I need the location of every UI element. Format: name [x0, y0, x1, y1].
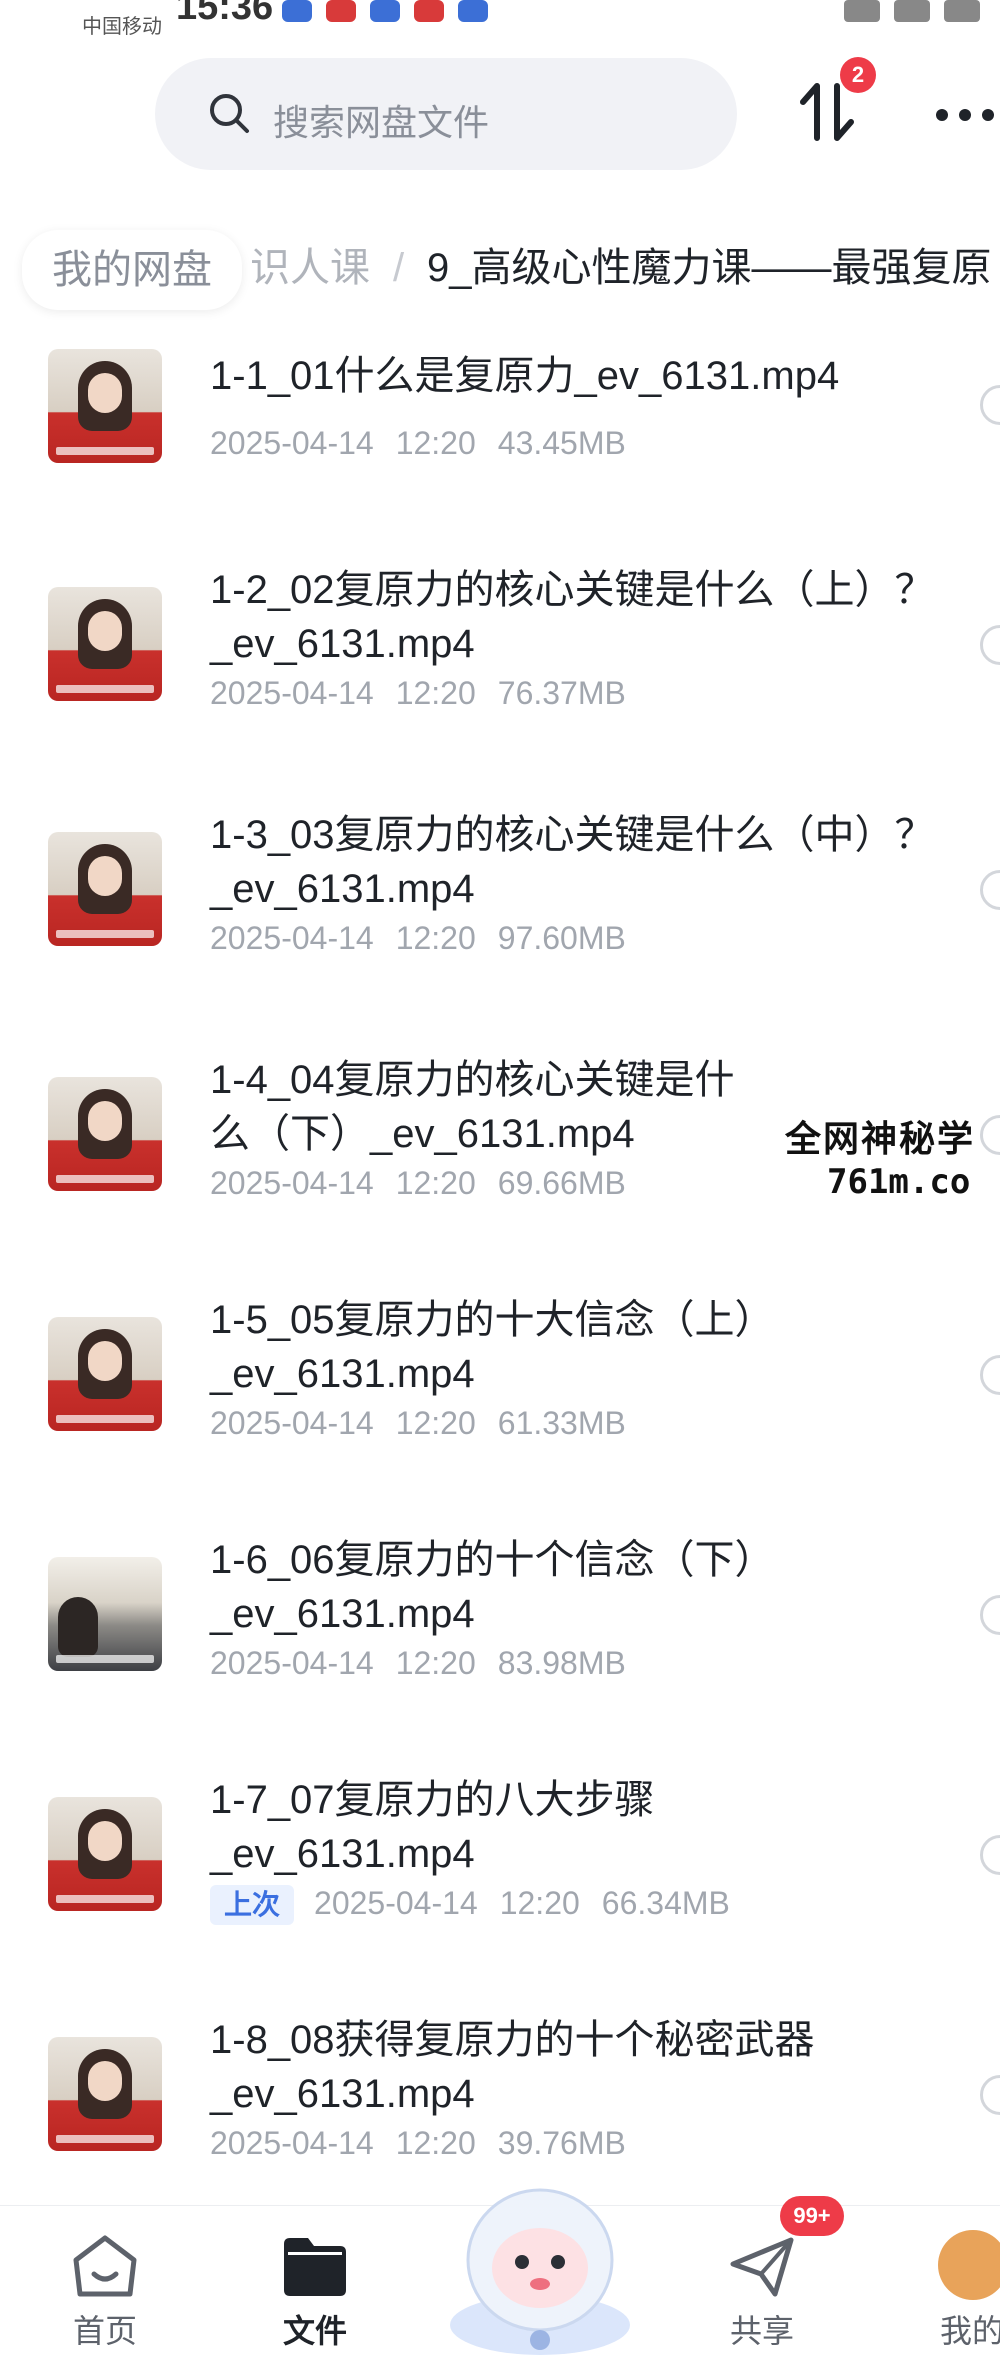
file-date: 2025-04-14 — [210, 1405, 374, 1441]
share-badge: 99+ — [780, 2196, 844, 2236]
file-time: 12:20 — [395, 425, 476, 461]
app-notification-icon — [414, 0, 444, 22]
video-thumbnail — [48, 2037, 162, 2151]
file-meta: 2025-04-14 12:20 83.98MB — [210, 1643, 626, 1683]
battery-icon — [944, 0, 980, 22]
file-date: 2025-04-14 — [210, 920, 374, 956]
home-icon — [73, 2235, 137, 2297]
nav-label-files: 文件 — [282, 2313, 347, 2349]
file-meta: 上次 2025-04-14 12:20 66.34MB — [210, 1883, 730, 1925]
list-item[interactable]: 1-7_07复原力的八大步骤_ev_6131.mp4 上次 2025-04-14 1… — [0, 1765, 1000, 2005]
transfer-badge: 2 — [840, 57, 876, 93]
nav-item-files[interactable]: 文件 — [235, 2206, 395, 2371]
watermark-line-2: 761m.co — [827, 1162, 971, 1202]
file-date: 2025-04-14 — [210, 2125, 374, 2161]
select-checkbox[interactable] — [980, 1355, 1000, 1395]
search-input[interactable]: 搜索网盘文件 — [155, 58, 737, 170]
app-notification-icon — [282, 0, 312, 22]
app-notification-icon — [370, 0, 400, 22]
watermark: 全网神秘学 761m.co — [785, 1110, 1000, 1220]
file-time: 12:20 — [395, 1165, 476, 1201]
nav-label-share: 共享 — [729, 2313, 794, 2349]
list-item[interactable]: 1-2_02复原力的核心关键是什么（上）？_ev_6131.mp4 2025-0… — [0, 555, 1000, 795]
video-thumbnail — [48, 832, 162, 946]
file-time: 12:20 — [395, 675, 476, 711]
video-thumbnail — [48, 349, 162, 463]
file-time: 12:20 — [395, 920, 476, 956]
file-time: 12:20 — [395, 1645, 476, 1681]
file-meta: 2025-04-14 12:20 43.45MB — [210, 423, 626, 463]
file-name: 1-6_06复原力的十个信念（下）_ev_6131.mp4 — [210, 1538, 775, 1636]
select-checkbox[interactable] — [980, 625, 1000, 665]
notification-icons — [282, 0, 488, 22]
select-checkbox[interactable] — [980, 870, 1000, 910]
file-meta: 2025-04-14 12:20 69.66MB — [210, 1163, 626, 1203]
breadcrumb-item-root[interactable]: 我的网盘 — [22, 230, 242, 310]
system-status-icons — [844, 0, 980, 22]
file-meta: 2025-04-14 12:20 61.33MB — [210, 1403, 626, 1443]
file-date: 2025-04-14 — [210, 675, 374, 711]
search-icon — [210, 94, 249, 133]
bluetooth-icon — [844, 0, 880, 22]
app-notification-icon — [458, 0, 488, 22]
search-placeholder: 搜索网盘文件 — [273, 102, 490, 143]
file-date: 2025-04-14 — [314, 1885, 478, 1921]
breadcrumb-separator: / — [393, 246, 405, 290]
list-item[interactable]: 1-3_03复原力的核心关键是什么（中）？_ev_6131.mp4 2025-0… — [0, 800, 1000, 1040]
file-time: 12:20 — [395, 1405, 476, 1441]
video-thumbnail — [48, 1557, 162, 1671]
file-size: 76.37MB — [497, 675, 626, 711]
file-size: 66.34MB — [601, 1885, 730, 1921]
file-size: 43.45MB — [497, 425, 626, 461]
watermark-line-1: 全网神秘学 — [785, 1118, 976, 1160]
file-name: 1-1_01什么是复原力_ev_6131.mp4 — [210, 354, 840, 398]
list-item[interactable]: 1-1_01什么是复原力_ev_6131.mp4 2025-04-14 12:20… — [0, 325, 1000, 545]
file-name: 1-8_08获得复原力的十个秘密武器_ev_6131.mp4 — [210, 2018, 815, 2116]
file-meta: 2025-04-14 12:20 76.37MB — [210, 673, 626, 713]
paper-plane-icon — [730, 2237, 794, 2297]
file-name: 1-5_05复原力的十大信念（上）_ev_6131.mp4 — [210, 1298, 775, 1396]
file-size: 83.98MB — [497, 1645, 626, 1681]
last-viewed-tag: 上次 — [210, 1885, 295, 1925]
status-bar: 中国移动 15:36 — [0, 0, 1000, 40]
assistant-mascot-icon[interactable] — [430, 2150, 650, 2370]
file-name: 1-7_07复原力的八大步骤_ev_6131.mp4 — [210, 1778, 655, 1876]
select-checkbox[interactable] — [980, 1595, 1000, 1635]
file-date: 2025-04-14 — [210, 425, 374, 461]
video-thumbnail — [48, 1317, 162, 1431]
file-date: 2025-04-14 — [210, 1645, 374, 1681]
file-date: 2025-04-14 — [210, 1165, 374, 1201]
file-time: 12:20 — [499, 1885, 580, 1921]
nav-label-mine: 我的 — [940, 2313, 1000, 2349]
file-name: 1-4_04复原力的核心关键是什么（下）_ev_6131.mp4 — [210, 1058, 735, 1156]
more-icon[interactable] — [935, 108, 995, 122]
list-item[interactable]: 1-5_05复原力的十大信念（上）_ev_6131.mp4 2025-04-14… — [0, 1285, 1000, 1525]
nav-label-home: 首页 — [72, 2313, 137, 2349]
nav-item-home[interactable]: 首页 — [25, 2206, 185, 2371]
video-thumbnail — [48, 1077, 162, 1191]
select-checkbox[interactable] — [980, 1835, 1000, 1875]
file-meta: 2025-04-14 12:20 97.60MB — [210, 918, 626, 958]
clock: 15:36 — [176, 0, 274, 28]
file-size: 69.66MB — [497, 1165, 626, 1201]
video-thumbnail — [48, 1797, 162, 1911]
list-item[interactable]: 1-6_06复原力的十个信念（下）_ev_6131.mp4 2025-04-14… — [0, 1525, 1000, 1765]
select-checkbox[interactable] — [980, 385, 1000, 425]
breadcrumb: 识人课 我的网盘 / 9_高级心性魔力课——最强复原 — [0, 222, 1000, 312]
file-name: 1-3_03复原力的核心关键是什么（中）？_ev_6131.mp4 — [210, 813, 935, 911]
video-thumbnail — [48, 587, 162, 701]
carrier-label: 中国移动 — [82, 16, 162, 38]
folder-icon — [284, 2238, 346, 2296]
signal-icon — [894, 0, 930, 22]
app-notification-icon — [326, 0, 356, 22]
file-name: 1-2_02复原力的核心关键是什么（上）？_ev_6131.mp4 — [210, 568, 935, 666]
select-checkbox[interactable] — [980, 2075, 1000, 2115]
file-size: 61.33MB — [497, 1405, 626, 1441]
breadcrumb-item-middle[interactable]: 识人课 — [250, 232, 370, 304]
file-size: 97.60MB — [497, 920, 626, 956]
breadcrumb-item-current: 9_高级心性魔力课——最强复原 — [427, 246, 992, 290]
avatar — [938, 2230, 1000, 2300]
